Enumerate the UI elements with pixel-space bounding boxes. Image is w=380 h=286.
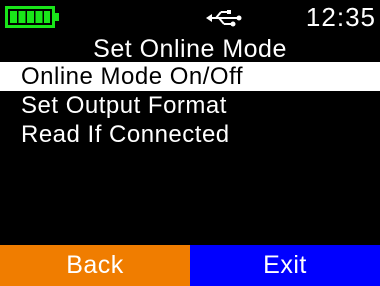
back-button[interactable]: Back [0, 245, 190, 286]
battery-full-icon [5, 6, 59, 28]
menu-list: Online Mode On/Off Set Output Format Rea… [0, 62, 380, 149]
softkey-bar: Back Exit [0, 245, 380, 286]
menu-item-online-mode-on-off[interactable]: Online Mode On/Off [0, 62, 380, 91]
clock: 12:35 [305, 2, 376, 32]
usb-icon [206, 10, 242, 27]
page-title: Set Online Mode [93, 35, 287, 63]
status-bar: 12:35 [0, 0, 380, 34]
menu-item-read-if-connected[interactable]: Read If Connected [0, 120, 380, 149]
exit-button[interactable]: Exit [190, 245, 380, 286]
menu-item-set-output-format[interactable]: Set Output Format [0, 91, 380, 120]
